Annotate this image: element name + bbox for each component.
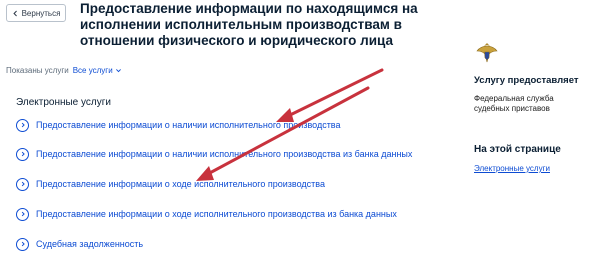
section-title: Электронные услуги <box>16 97 111 108</box>
on-page-link[interactable]: Электронные услуги <box>474 164 550 173</box>
filter-select[interactable]: Все услуги <box>73 66 122 75</box>
service-link-label: Предоставление информации о ходе исполни… <box>36 179 325 189</box>
chevron-left-icon <box>12 10 17 16</box>
chevron-right-circle-icon <box>16 177 29 191</box>
service-link-3[interactable]: Предоставление информации о ходе исполни… <box>16 176 325 192</box>
provider-heading: Услугу предоставляет <box>474 75 579 86</box>
service-link-2[interactable]: Предоставление информации о наличии испо… <box>16 146 412 162</box>
chevron-down-icon <box>115 69 121 73</box>
chevron-right-circle-icon <box>16 207 29 221</box>
service-link-label: Предоставление информации о ходе исполни… <box>36 209 397 219</box>
back-button[interactable]: Вернуться <box>6 4 66 22</box>
chevron-right-circle-icon <box>16 237 29 251</box>
annotation-arrow-upper <box>284 68 384 119</box>
chevron-right-circle-icon <box>16 118 29 132</box>
filter-selected-value: Все услуги <box>72 66 113 75</box>
on-page-heading: На этой странице <box>474 144 561 155</box>
filter-label: Показаны услуги <box>6 66 69 75</box>
service-link-1[interactable]: Предоставление информации о наличии испо… <box>16 117 341 133</box>
provider-name: Федеральная служба судебных приставов <box>474 94 554 113</box>
chevron-right-circle-icon <box>16 147 29 161</box>
page-title: Предоставление информации по находящимся… <box>80 1 418 48</box>
service-link-label: Предоставление информации о наличии испо… <box>36 149 413 159</box>
service-link-label: Предоставление информации о наличии испо… <box>36 120 341 130</box>
back-button-label: Вернуться <box>21 8 61 18</box>
service-link-4[interactable]: Предоставление информации о ходе исполни… <box>16 206 397 222</box>
services-filter: Показаны услуги Все услуги <box>6 66 122 75</box>
fssp-emblem-icon <box>476 43 498 63</box>
service-link-label: Судебная задолженность <box>36 239 144 249</box>
service-link-5[interactable]: Судебная задолженность <box>16 236 143 252</box>
